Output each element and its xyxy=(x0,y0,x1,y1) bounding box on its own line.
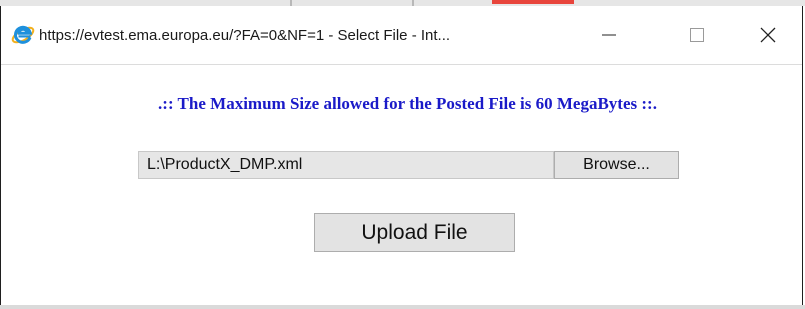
maximize-button[interactable] xyxy=(674,18,720,52)
parent-active-tab-indicator xyxy=(492,0,574,4)
browse-button[interactable]: Browse... xyxy=(554,151,679,179)
max-size-notice: .:: The Maximum Size allowed for the Pos… xyxy=(158,94,657,113)
screen: https://evtest.ema.europa.eu/?FA=0&NF=1 … xyxy=(0,0,805,309)
minimize-button[interactable] xyxy=(586,18,632,52)
close-icon xyxy=(760,27,776,43)
window-title: https://evtest.ema.europa.eu/?FA=0&NF=1 … xyxy=(39,27,451,44)
file-picker: Browse... xyxy=(138,151,679,179)
upload-file-button[interactable]: Upload File xyxy=(314,213,515,252)
dialog-content: .:: The Maximum Size allowed for the Pos… xyxy=(1,65,802,305)
select-file-dialog: https://evtest.ema.europa.eu/?FA=0&NF=1 … xyxy=(0,6,803,309)
bottom-edge xyxy=(0,305,805,309)
minimize-icon xyxy=(602,34,616,36)
internet-explorer-icon xyxy=(11,23,35,47)
maximize-icon xyxy=(690,28,704,42)
close-button[interactable] xyxy=(745,18,791,52)
title-bar[interactable]: https://evtest.ema.europa.eu/?FA=0&NF=1 … xyxy=(1,6,802,65)
file-path-field[interactable] xyxy=(138,151,554,179)
